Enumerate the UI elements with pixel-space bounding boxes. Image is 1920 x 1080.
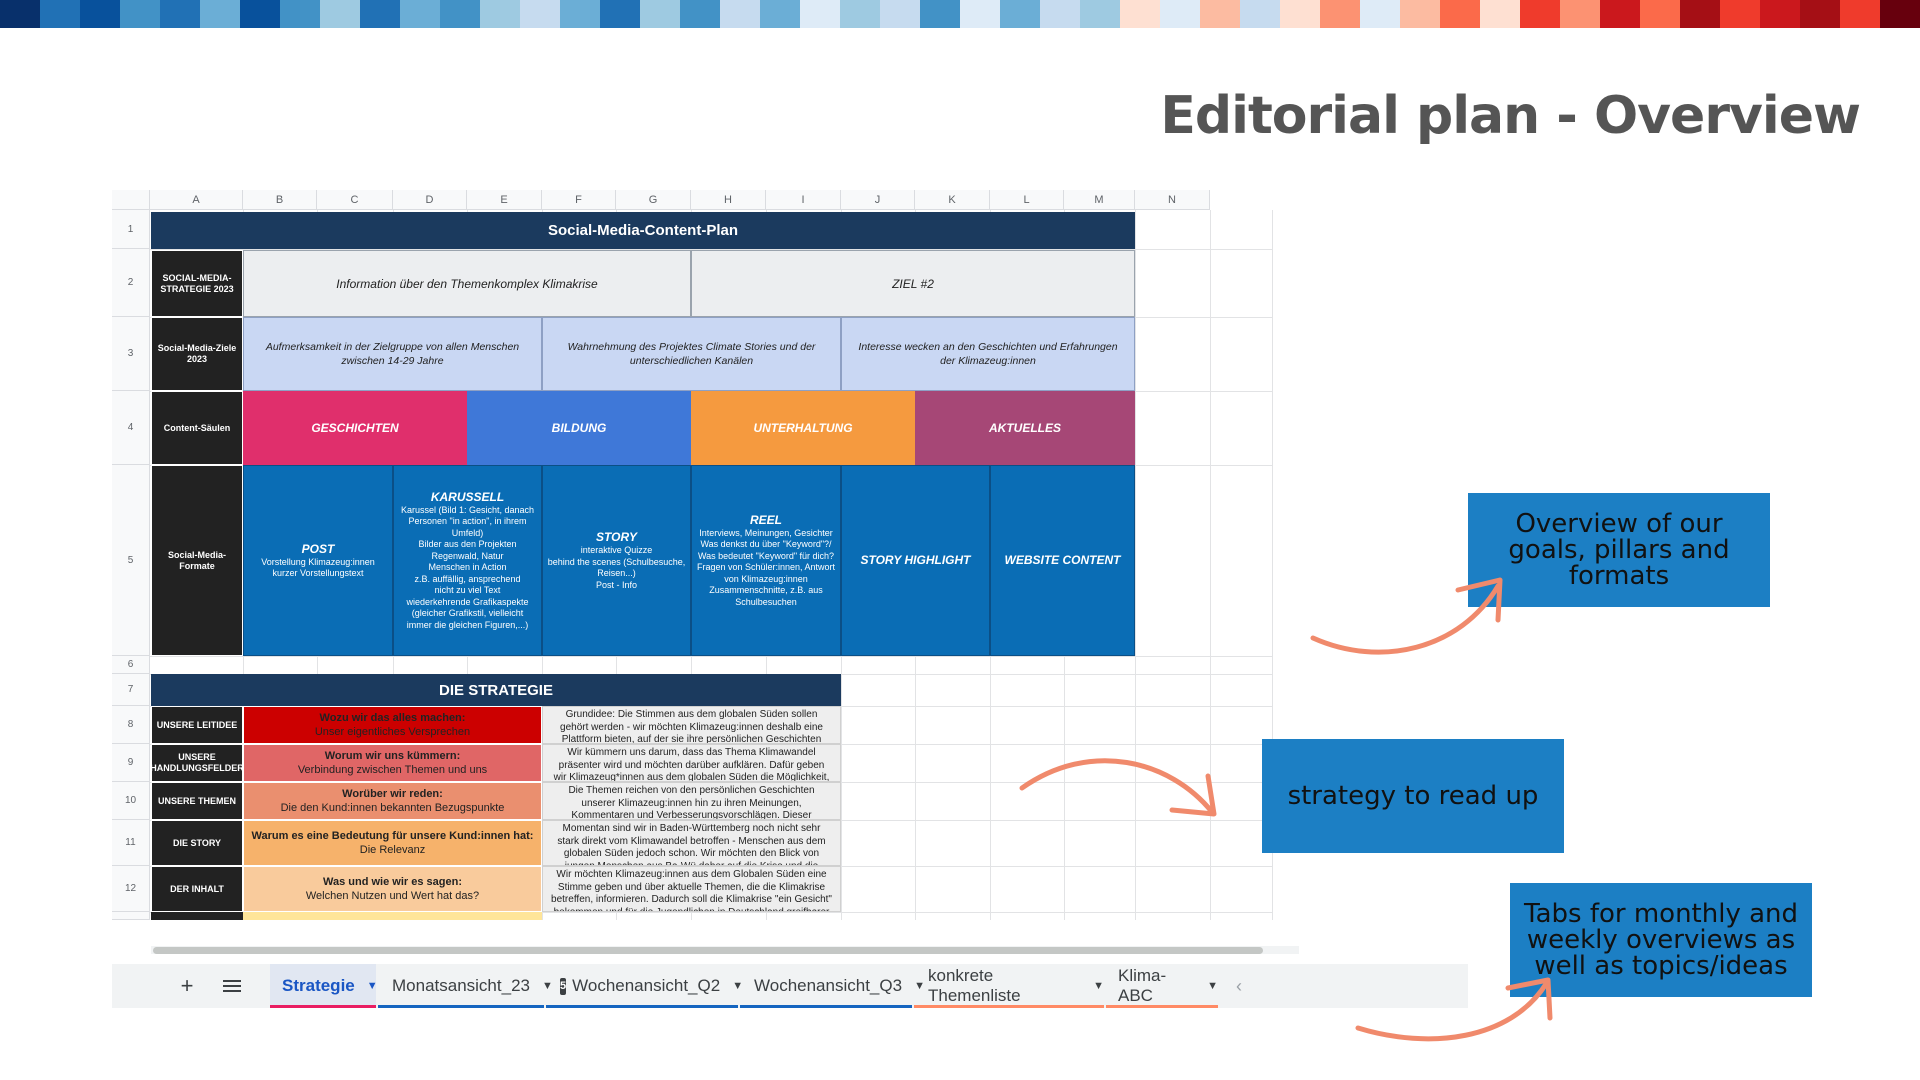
arrow-to-tabs	[1355, 977, 1553, 1042]
